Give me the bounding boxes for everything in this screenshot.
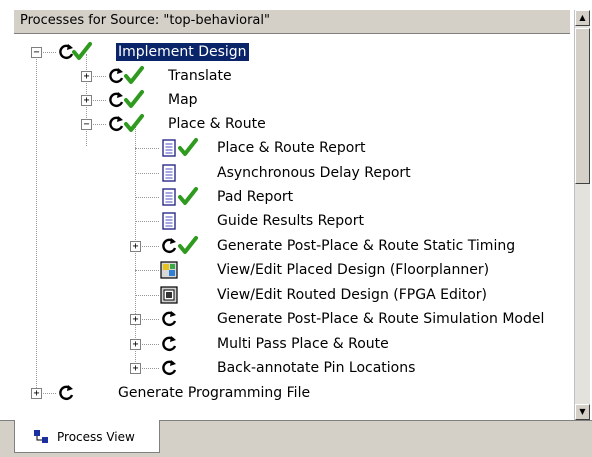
process-running-icon: [159, 236, 179, 256]
expand-generate-programming-file-toggle[interactable]: +: [31, 388, 42, 399]
check-icon: [178, 137, 198, 157]
process-running-icon: [106, 114, 126, 134]
scroll-down-button[interactable]: ▼: [575, 404, 590, 420]
report-icon: [159, 211, 179, 231]
expand-multi-pass-place-route-toggle[interactable]: +: [130, 339, 141, 350]
expand-generate-post-place-route-simulation-model-toggle[interactable]: +: [130, 314, 141, 325]
process-item-generate-post-place-route-static-timing[interactable]: Generate Post-Place & Route Static Timin…: [217, 237, 515, 255]
tree-line: [36, 54, 37, 394]
process-item-view-edit-routed-design-fpga-editor[interactable]: View/Edit Routed Design (FPGA Editor): [217, 286, 487, 304]
tab-label: Process View: [57, 430, 135, 444]
process-running-icon: [106, 90, 126, 110]
process-item-multi-pass-place-route[interactable]: Multi Pass Place & Route: [217, 335, 389, 353]
process-item-asynchronous-delay-report[interactable]: Asynchronous Delay Report: [217, 164, 411, 182]
check-icon: [124, 113, 144, 133]
expand-translate-toggle[interactable]: +: [81, 71, 92, 82]
check-icon: [72, 41, 92, 61]
expand-generate-post-place-route-static-timing-toggle[interactable]: +: [130, 241, 141, 252]
panel-title: Processes for Source: "top-behavioral": [14, 10, 570, 34]
vertical-scrollbar[interactable]: ▲ ▼: [574, 10, 590, 420]
check-icon: [124, 89, 144, 109]
process-running-icon: [106, 66, 126, 86]
process-item-pad-report[interactable]: Pad Report: [217, 188, 293, 206]
check-icon: [178, 235, 198, 255]
tree-line: [135, 295, 159, 296]
tree-line: [135, 173, 159, 174]
collapse-place-route-toggle[interactable]: −: [81, 119, 92, 130]
floorplanner-icon: [159, 260, 179, 280]
process-item-translate[interactable]: Translate: [168, 67, 232, 85]
process-tree: − Implement Design + Translate + Map − Place & …: [0, 34, 574, 420]
process-item-back-annotate-pin-locations[interactable]: Back-annotate Pin Locations: [217, 359, 415, 377]
process-item-place-route-report[interactable]: Place & Route Report: [217, 139, 366, 157]
tree-line: [135, 221, 159, 222]
process-item-guide-results-report[interactable]: Guide Results Report: [217, 212, 364, 230]
process-item-generate-post-place-route-simulation-model[interactable]: Generate Post-Place & Route Simulation M…: [217, 310, 544, 328]
process-item-map[interactable]: Map: [168, 91, 198, 109]
tree-line: [135, 270, 159, 271]
process-running-icon: [56, 383, 76, 403]
tab-process-view[interactable]: Process View: [14, 420, 160, 453]
scroll-thumb[interactable]: [575, 28, 590, 184]
scroll-up-button[interactable]: ▲: [575, 10, 590, 26]
process-view-icon: [34, 430, 48, 443]
collapse-implement-design-toggle[interactable]: −: [31, 47, 42, 58]
tab-bar: Process View: [0, 420, 592, 457]
fpga-editor-icon: [159, 285, 179, 305]
process-running-icon: [159, 358, 179, 378]
check-icon: [178, 186, 198, 206]
process-running-icon: [159, 334, 179, 354]
process-item-implement-design[interactable]: Implement Design: [116, 43, 249, 61]
report-icon: [159, 163, 179, 183]
tree-line: [135, 148, 159, 149]
check-icon: [124, 65, 144, 85]
report-icon: [159, 187, 179, 207]
process-item-generate-programming-file[interactable]: Generate Programming File: [118, 384, 310, 402]
process-item-place-route[interactable]: Place & Route: [168, 115, 266, 133]
expand-back-annotate-pin-locations-toggle[interactable]: +: [130, 363, 141, 374]
report-icon: [159, 138, 179, 158]
tree-line: [135, 197, 159, 198]
process-item-view-edit-placed-design-floorplanner[interactable]: View/Edit Placed Design (Floorplanner): [217, 261, 489, 279]
process-running-icon: [159, 309, 179, 329]
expand-map-toggle[interactable]: +: [81, 95, 92, 106]
